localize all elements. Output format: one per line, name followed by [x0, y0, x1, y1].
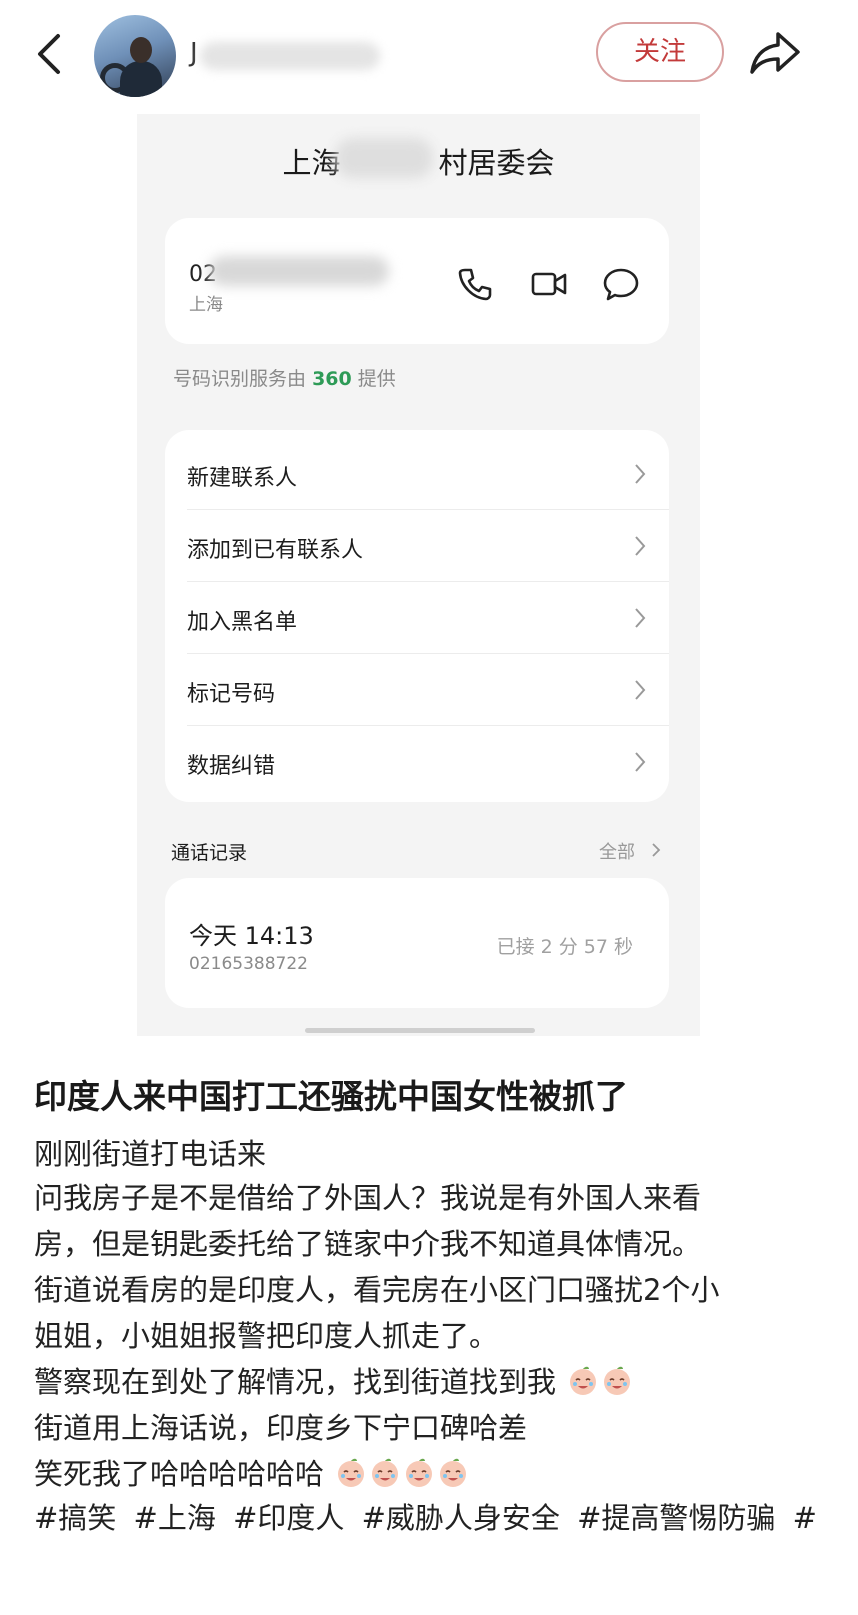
chevron-right-icon: [635, 680, 646, 700]
title-redaction: [335, 138, 433, 178]
phone-icon: [458, 268, 492, 301]
call-log-card[interactable]: 今天 14:13 02165388722 已接 2 分 57 秒: [165, 878, 669, 1008]
menu-label: 添加到已有联系人: [187, 538, 364, 563]
chevron-right-icon: [635, 752, 646, 772]
menu-mark-number[interactable]: 标记号码: [165, 654, 669, 726]
post-line: 姐姐，小姐姐报警把印度人抓走了。: [34, 1319, 499, 1353]
phone-number-redaction: [209, 256, 389, 286]
chat-bubble-icon: [603, 268, 639, 301]
post-title: 印度人来中国打工还骚扰中国女性被抓了: [34, 1077, 628, 1116]
top-bar: J 关注: [0, 0, 858, 110]
crying-laughing-peach-emoji: [338, 1458, 365, 1487]
username-blur: [200, 42, 380, 70]
chevron-right-icon: [635, 608, 646, 628]
contact-title-right: 村居委会: [438, 146, 555, 180]
video-call-button[interactable]: [529, 264, 569, 304]
call-log-title: 通话记录: [171, 842, 248, 864]
message-button[interactable]: [601, 264, 641, 304]
crying-laughing-peach-emoji: [604, 1366, 631, 1395]
post-line-text: 笑死我了哈哈哈哈哈哈: [34, 1457, 325, 1491]
embedded-phone-screenshot: 上海 村居委会 02 上海 号码识别服务由 360 提供 新建联系人 添加到已有…: [137, 114, 700, 1036]
follow-button[interactable]: 关注: [596, 22, 724, 82]
number-location: 上海: [189, 295, 223, 315]
hashtag-link[interactable]: #印度人: [233, 1501, 344, 1535]
crying-laughing-peach-emoji: [440, 1458, 467, 1487]
post-line: 问我房子是不是借给了外国人？我说是有外国人来看: [34, 1181, 702, 1215]
call-time: 今天 14:13: [189, 922, 314, 950]
post-line: 街道用上海话说，印度乡下宁口碑哈差: [34, 1411, 528, 1445]
crying-laughing-peach-emoji: [406, 1458, 433, 1487]
call-log-all-link[interactable]: 全部: [599, 838, 635, 864]
share-arrow-icon: [750, 32, 800, 74]
post-line-with-emoji: 笑死我了哈哈哈哈哈哈: [34, 1456, 469, 1492]
menu-label: 加入黑名单: [187, 610, 298, 635]
chevron-right-icon: [635, 536, 646, 556]
share-button[interactable]: [748, 28, 802, 78]
hashtag-link[interactable]: #提高警惕防骗: [577, 1501, 775, 1535]
home-indicator: [305, 1028, 535, 1033]
chevron-left-icon: [38, 34, 60, 74]
call-button[interactable]: [455, 264, 495, 304]
username[interactable]: J: [190, 38, 380, 74]
chevron-right-icon: [635, 464, 646, 484]
avatar-body: [120, 61, 162, 97]
post-line: 刚刚街道打电话来: [34, 1137, 267, 1171]
video-camera-icon: [531, 272, 567, 296]
menu-label: 新建联系人: [187, 466, 298, 491]
hashtag-link[interactable]: #威胁人身安全: [362, 1501, 560, 1535]
menu-add-to-existing[interactable]: 添加到已有联系人: [165, 510, 669, 582]
post-line-with-emoji: 警察现在到处了解情况，找到街道找到我: [34, 1364, 633, 1400]
hashtag-link[interactable]: #上海: [134, 1501, 216, 1535]
menu-label: 数据纠错: [187, 754, 276, 779]
menu-new-contact[interactable]: 新建联系人: [165, 438, 669, 510]
hashtag-link[interactable]: #搞笑: [34, 1501, 116, 1535]
post-line-text: 警察现在到处了解情况，找到街道找到我: [34, 1365, 557, 1399]
avatar[interactable]: [94, 15, 176, 97]
provider-prefix: 号码识别服务由: [173, 368, 307, 390]
contact-actions-card: 新建联系人 添加到已有联系人 加入黑名单 标记号码 数据纠错: [165, 430, 669, 802]
provider-brand: 360: [312, 368, 352, 390]
crying-laughing-peach-emoji: [570, 1366, 597, 1395]
call-number: 02165388722: [189, 954, 308, 974]
crying-laughing-peach-emoji: [372, 1458, 399, 1487]
number-card: 02 上海: [165, 218, 669, 344]
hashtag-row: #搞笑 #上海 #印度人 #威胁人身安全 #提高警惕防骗 #: [34, 1500, 824, 1542]
menu-label: 标记号码: [187, 682, 276, 707]
contact-title-left: 上海: [282, 146, 341, 180]
hashtag-link[interactable]: #: [793, 1501, 817, 1535]
provider-note: 号码识别服务由 360 提供: [173, 364, 396, 391]
chevron-right-icon: [652, 843, 661, 857]
username-visible: J: [190, 38, 198, 68]
post-line: 房，但是钥匙委托给了链家中介我不知道具体情况。: [34, 1227, 702, 1261]
post-line: 街道说看房的是印度人，看完房在小区门口骚扰2个小: [34, 1273, 720, 1307]
menu-data-correction[interactable]: 数据纠错: [165, 726, 669, 798]
provider-suffix: 提供: [357, 368, 396, 390]
avatar-head: [130, 37, 152, 63]
back-button[interactable]: [30, 32, 70, 76]
menu-blacklist[interactable]: 加入黑名单: [165, 582, 669, 654]
call-duration: 已接 2 分 57 秒: [496, 936, 633, 958]
